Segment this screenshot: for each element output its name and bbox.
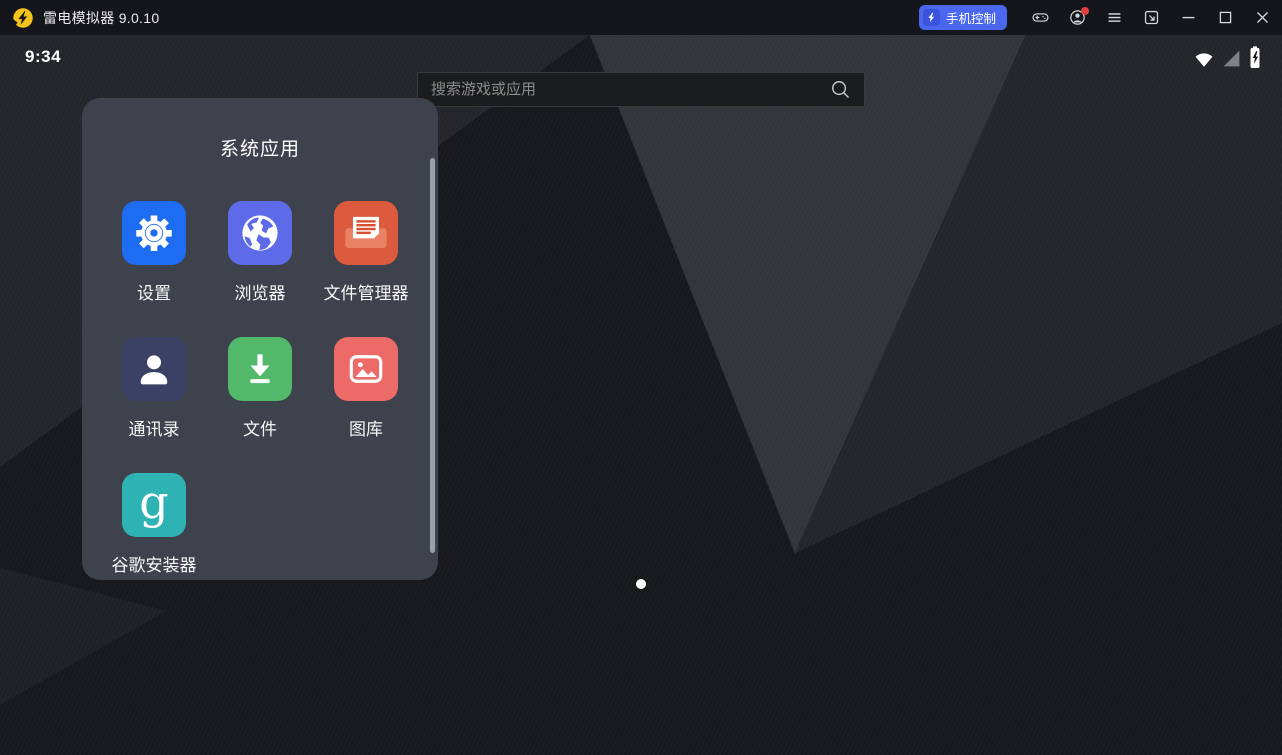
app-contacts[interactable]: 通讯录 <box>101 337 207 473</box>
app-google-installer[interactable]: g 谷歌安装器 <box>101 473 207 609</box>
titlebar-left: 雷电模拟器 9.0.10 <box>12 7 159 29</box>
menu-icon <box>1106 9 1123 26</box>
cell-signal-icon <box>1221 48 1242 69</box>
app-grid: 设置 浏览器 <box>82 201 438 609</box>
search-input[interactable] <box>431 81 830 98</box>
person-icon <box>122 337 186 401</box>
close-icon <box>1254 9 1271 26</box>
app-label: 文件管理器 <box>324 279 409 304</box>
resize-icon <box>1143 9 1160 26</box>
search-icon[interactable] <box>830 79 851 100</box>
page-indicator-dot <box>636 579 646 589</box>
app-label: 浏览器 <box>235 279 286 304</box>
scrollbar-thumb[interactable] <box>430 158 435 553</box>
profile-button[interactable] <box>1067 6 1087 30</box>
close-button[interactable] <box>1252 6 1272 30</box>
app-label: 文件 <box>243 415 277 440</box>
google-g-icon: g <box>122 473 186 537</box>
gallery-icon <box>334 337 398 401</box>
app-label: 设置 <box>137 279 171 304</box>
app-file-manager[interactable]: 文件管理器 <box>313 201 419 337</box>
app-label: 谷歌安装器 <box>112 551 197 576</box>
notification-dot <box>1081 7 1089 15</box>
ldplayer-window: 雷电模拟器 9.0.10 手机控制 <box>0 0 1282 755</box>
folder-title: 系统应用 <box>82 98 438 161</box>
status-bar: 9:34 <box>0 35 1282 73</box>
battery-charging-icon <box>1248 46 1262 69</box>
titlebar-right: 手机控制 <box>919 5 1272 30</box>
search-bar[interactable] <box>417 72 865 107</box>
clock: 9:34 <box>25 47 61 67</box>
folder-panel: 系统应用 设置 <box>82 98 438 580</box>
window-title: 雷电模拟器 9.0.10 <box>43 8 159 28</box>
globe-icon <box>228 201 292 265</box>
google-g-glyph: g <box>139 479 168 525</box>
app-browser[interactable]: 浏览器 <box>207 201 313 337</box>
phone-control-label: 手机控制 <box>946 8 996 27</box>
file-manager-icon <box>334 201 398 265</box>
resize-button[interactable] <box>1141 6 1161 30</box>
status-icons <box>1193 46 1262 69</box>
lightning-icon <box>923 9 940 26</box>
app-label: 图库 <box>349 415 383 440</box>
app-settings[interactable]: 设置 <box>101 201 207 337</box>
gamepad-icon <box>1033 14 1048 21</box>
app-files[interactable]: 文件 <box>207 337 313 473</box>
app-label: 通讯录 <box>129 415 180 440</box>
app-gallery[interactable]: 图库 <box>313 337 419 473</box>
minimize-button[interactable] <box>1178 6 1198 30</box>
minimize-icon <box>1180 9 1197 26</box>
wifi-icon <box>1193 48 1215 69</box>
gear-icon <box>122 201 186 265</box>
maximize-button[interactable] <box>1215 6 1235 30</box>
ldplayer-logo-icon <box>12 7 34 29</box>
android-screen: 9:34 <box>0 35 1282 755</box>
maximize-icon <box>1217 9 1234 26</box>
gamepad-button[interactable] <box>1030 6 1050 30</box>
menu-button[interactable] <box>1104 6 1124 30</box>
download-icon <box>228 337 292 401</box>
phone-control-button[interactable]: 手机控制 <box>919 5 1007 30</box>
titlebar: 雷电模拟器 9.0.10 手机控制 <box>0 0 1282 35</box>
